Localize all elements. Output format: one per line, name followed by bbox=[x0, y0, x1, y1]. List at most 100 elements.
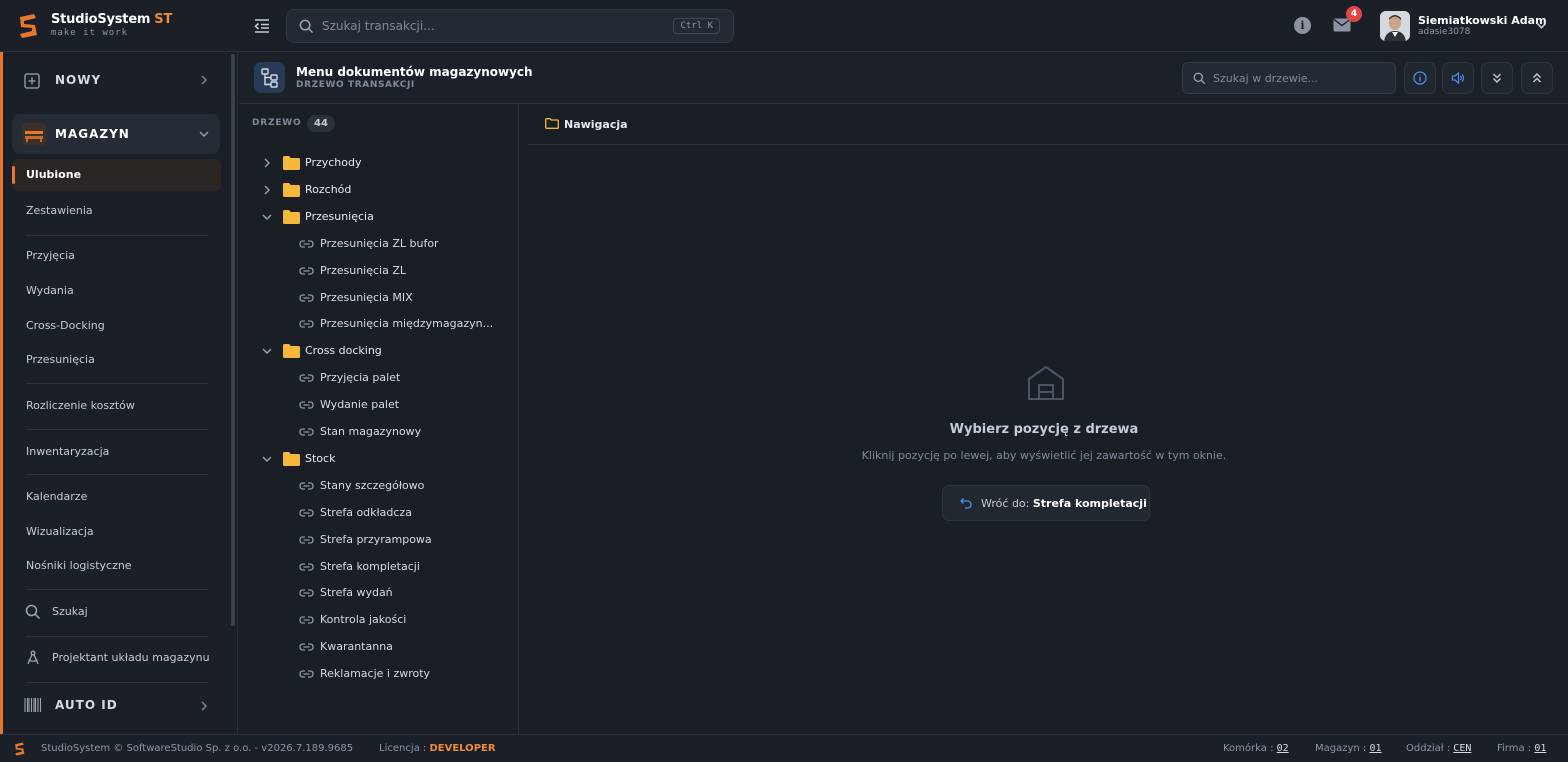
info-icon[interactable]: i bbox=[1294, 17, 1311, 34]
chevron-down-icon[interactable] bbox=[1535, 19, 1548, 32]
sidebar-item-przesuniecia[interactable]: Przesunięcia bbox=[26, 353, 95, 366]
sidebar: NOWY MAGAZYN Ulubione Zestawienia Przyję… bbox=[0, 52, 238, 734]
sidebar-item-kalendarze[interactable]: Kalendarze bbox=[26, 490, 87, 503]
sidebar-item-szukaj[interactable]: Szukaj bbox=[12, 597, 220, 627]
license-value: DEVELOPER bbox=[429, 743, 496, 754]
chevrons-up-icon bbox=[1533, 73, 1541, 83]
sound-button[interactable] bbox=[1442, 62, 1474, 94]
sidebar-item-rozliczenie-kosztow[interactable]: Rozliczenie kosztów bbox=[26, 399, 135, 412]
link-icon bbox=[299, 535, 314, 544]
folder-icon bbox=[283, 451, 300, 466]
sidebar-item-inwentaryzacja[interactable]: Inwentaryzacja bbox=[26, 445, 109, 458]
warehouse-info[interactable]: Magazyn : 01 bbox=[1315, 743, 1382, 754]
tree-folder[interactable]: Rozchód bbox=[239, 177, 509, 204]
tree-link-item[interactable]: Strefa wydań bbox=[239, 580, 509, 607]
tree-link-item[interactable]: Przesunięcia ZL bufor bbox=[239, 231, 509, 258]
warehouse-module-icon bbox=[22, 123, 46, 145]
cell-info[interactable]: Komórka : 02 bbox=[1223, 743, 1289, 754]
sidebar-divider bbox=[26, 474, 208, 475]
chevrons-down-icon bbox=[1493, 73, 1501, 83]
chevron-right-icon[interactable] bbox=[261, 157, 273, 169]
search-input[interactable]: Szukaj transakcji... bbox=[322, 19, 435, 33]
sidebar-item-label: Projektant układu magazynu bbox=[52, 651, 210, 664]
sidebar-item-zestawienia[interactable]: Zestawienia bbox=[26, 204, 93, 217]
copyright-text: StudioSystem © SoftwareStudio Sp. z o.o.… bbox=[41, 743, 354, 754]
tree-link-item[interactable]: Kwarantanna bbox=[239, 634, 509, 661]
avatar[interactable] bbox=[1380, 11, 1410, 41]
tree-link-label: Strefa przyrampowa bbox=[320, 532, 432, 546]
user-name[interactable]: Siemiatkowski Adam bbox=[1418, 14, 1547, 27]
chevron-down-icon bbox=[199, 131, 209, 137]
expand-all-button[interactable] bbox=[1481, 62, 1513, 94]
collapse-all-button[interactable] bbox=[1521, 62, 1553, 94]
tree-link-item[interactable]: Strefa kompletacji bbox=[239, 554, 509, 581]
chevron-down-icon[interactable] bbox=[261, 211, 273, 223]
search-icon bbox=[299, 19, 314, 34]
plus-square-icon bbox=[24, 73, 40, 89]
tree-link-item[interactable]: Przyjęcia palet bbox=[239, 365, 509, 392]
branch-info[interactable]: Oddział : CEN bbox=[1406, 743, 1471, 754]
tree-folder[interactable]: Przesunięcia bbox=[239, 204, 509, 231]
tree-link-item[interactable]: Reklamacje i zwroty bbox=[239, 661, 509, 688]
link-icon bbox=[299, 482, 314, 490]
sidebar-divider bbox=[26, 682, 208, 683]
tree-link-item[interactable]: Przesunięcia ZL bbox=[239, 258, 509, 285]
tree-link-item[interactable]: Stan magazynowy bbox=[239, 419, 509, 446]
sidebar-scrollbar[interactable] bbox=[231, 54, 235, 626]
sidebar-item-cross-docking[interactable]: Cross-Docking bbox=[26, 319, 105, 332]
tree-link-item[interactable]: Strefa przyrampowa bbox=[239, 527, 509, 554]
folder-icon bbox=[283, 209, 300, 224]
sidebar-module-magazyn[interactable]: MAGAZYN bbox=[12, 114, 220, 154]
info-circle-icon bbox=[1413, 71, 1427, 85]
sidebar-item-wizualizacja[interactable]: Wizualizacja bbox=[26, 525, 94, 538]
link-icon bbox=[299, 374, 314, 382]
tree-folder[interactable]: Cross docking bbox=[239, 338, 509, 365]
tree-link-label: Stan magazynowy bbox=[320, 425, 422, 438]
sidebar-autoid-button[interactable]: AUTO ID bbox=[12, 689, 220, 719]
info-button[interactable] bbox=[1404, 62, 1436, 94]
tree-search-input[interactable]: Szukaj w drzewie... bbox=[1213, 72, 1318, 85]
sidebar-item-przyjecia[interactable]: Przyjęcia bbox=[26, 249, 75, 262]
link-icon bbox=[299, 670, 314, 678]
company-info[interactable]: Firma : 01 bbox=[1497, 743, 1546, 754]
warehouse-value: 01 bbox=[1369, 743, 1382, 754]
sidebar-item-nosniki-logistyczne[interactable]: Nośniki logistyczne bbox=[26, 559, 132, 572]
tree-search[interactable]: Szukaj w drzewie... bbox=[1182, 62, 1396, 94]
tree-folder[interactable]: Stock bbox=[239, 446, 509, 473]
tree-folder[interactable]: Przychody bbox=[239, 150, 509, 177]
link-icon bbox=[299, 320, 314, 329]
sidebar-item-wydania[interactable]: Wydania bbox=[26, 284, 74, 297]
undo-arrow-icon bbox=[960, 498, 972, 509]
page-header: Menu dokumentów magazynowych DRZEWO TRAN… bbox=[239, 52, 1568, 104]
sidebar-divider bbox=[26, 383, 208, 384]
tree-link-item[interactable]: Wydanie palet bbox=[239, 392, 509, 419]
tree-link-item[interactable]: Przesunięcia MIX bbox=[239, 285, 509, 312]
tree-link-item[interactable]: Stany szczegółowo bbox=[239, 473, 509, 500]
tree-link-item[interactable]: Strefa odkładcza bbox=[239, 500, 509, 527]
page-title: Menu dokumentów magazynowych bbox=[296, 65, 533, 79]
chevron-down-icon[interactable] bbox=[261, 453, 273, 465]
sidebar-item-label: Szukaj bbox=[52, 605, 88, 618]
link-icon bbox=[299, 509, 314, 517]
sidebar-item-ulubione[interactable]: Ulubione bbox=[12, 159, 221, 191]
tree-link-label: Przesunięcia ZL bufor bbox=[320, 236, 439, 250]
chevron-right-icon[interactable] bbox=[261, 184, 273, 196]
folder-icon bbox=[283, 344, 300, 359]
tree-link-label: Strefa kompletacji bbox=[320, 559, 420, 573]
tree-link-item[interactable]: Przesunięcia międzymagazyn... bbox=[239, 311, 509, 338]
tree-link-item[interactable]: Kontrola jakości bbox=[239, 607, 509, 634]
transaction-search[interactable]: Szukaj transakcji... Ctrl K bbox=[286, 9, 734, 43]
back-to-button[interactable]: Wróć do: Strefa kompletacji bbox=[942, 485, 1150, 521]
tree-link-label: Przesunięcia MIX bbox=[320, 290, 413, 304]
studiosystem-logo-icon[interactable] bbox=[18, 13, 38, 39]
collapse-menu-icon[interactable] bbox=[252, 16, 272, 36]
sidebar-module-label: MAGAZYN bbox=[55, 127, 130, 141]
tree-link-label: Reklamacje i zwroty bbox=[320, 667, 431, 681]
sidebar-divider bbox=[26, 235, 208, 236]
sidebar-new-button[interactable]: NOWY bbox=[12, 62, 220, 98]
tree-label: DRZEWO bbox=[252, 118, 302, 128]
sidebar-item-projektant[interactable]: Projektant układu magazynu bbox=[12, 643, 220, 673]
link-icon bbox=[299, 643, 314, 651]
link-icon bbox=[299, 401, 314, 409]
chevron-down-icon[interactable] bbox=[261, 345, 273, 357]
